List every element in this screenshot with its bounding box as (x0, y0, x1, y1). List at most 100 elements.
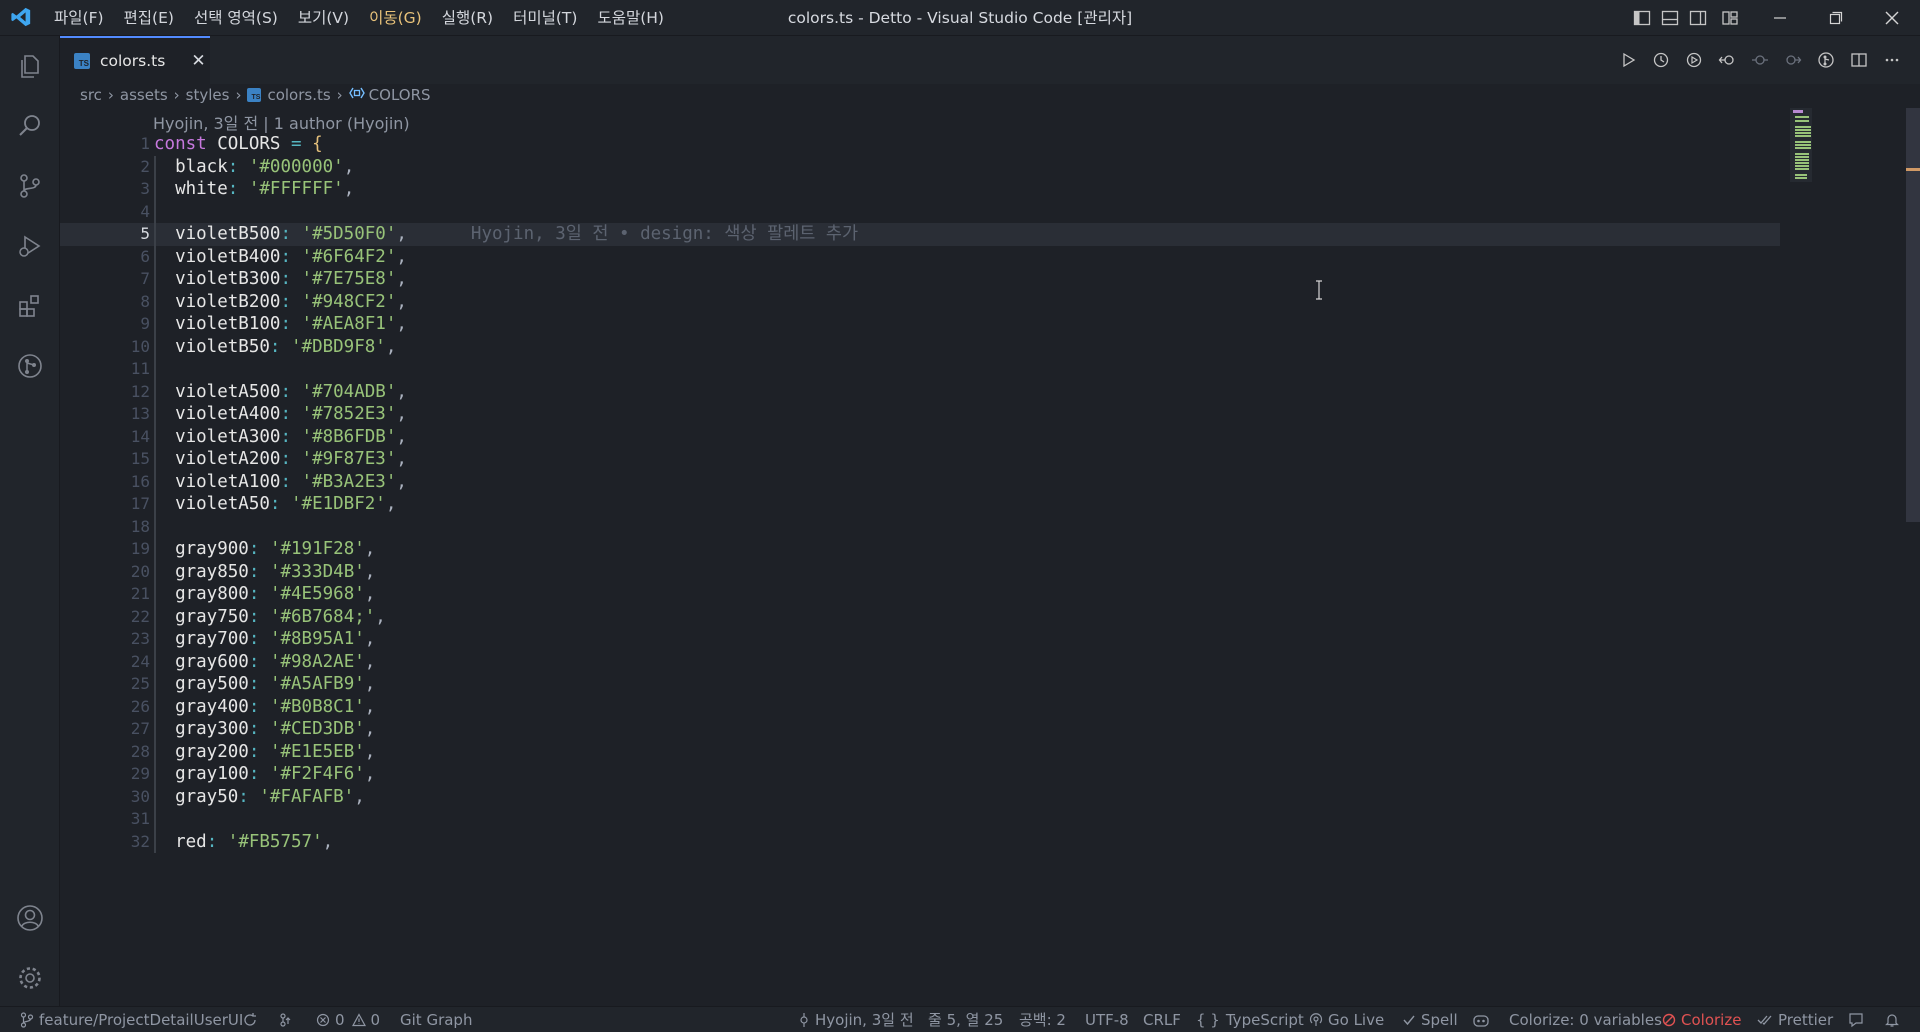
code-line[interactable]: 27 gray300: '#CED3DB', (60, 718, 1780, 741)
menu-run[interactable]: 실행(R) (432, 0, 503, 36)
prettier-button[interactable]: Prettier (1757, 1007, 1833, 1032)
indentation[interactable]: 공백: 2 (1019, 1007, 1066, 1032)
code-line[interactable]: 10 violetB50: '#DBD9F8', (60, 335, 1780, 358)
more-actions-icon[interactable] (1875, 36, 1908, 84)
line-content: black: '#000000', (154, 156, 354, 179)
code-line[interactable]: 17 violetA50: '#E1DBF2', (60, 493, 1780, 516)
code-line[interactable]: 15 violetA200: '#9F87E3', (60, 448, 1780, 471)
menu-selection[interactable]: 선택 영역(S) (184, 0, 288, 36)
colorize-variables[interactable]: Colorize: 0 variables (1509, 1007, 1662, 1032)
split-editor-icon[interactable] (1842, 36, 1875, 84)
run-file-icon[interactable] (1611, 36, 1644, 84)
customize-layout-icon[interactable] (1716, 0, 1744, 36)
extensions-icon[interactable] (0, 276, 60, 336)
gitlens-icon[interactable] (1809, 36, 1842, 84)
settings-gear-icon[interactable] (0, 948, 60, 1008)
tab-close-icon[interactable]: ✕ (191, 51, 205, 71)
code-line[interactable]: 7 violetB300: '#7E75E8', (60, 268, 1780, 291)
code-line[interactable]: 16 violetA100: '#B3A2E3', (60, 470, 1780, 493)
code-line[interactable]: 19 gray900: '#191F28', (60, 538, 1780, 561)
toggle-primary-sidebar-icon[interactable] (1628, 0, 1656, 36)
close-window-icon[interactable] (1864, 0, 1920, 36)
account-icon[interactable] (0, 888, 60, 948)
menu-file[interactable]: 파일(F) (44, 0, 114, 36)
status-branch[interactable]: feature/ProjectDetailUserUI (20, 1007, 243, 1032)
code-line[interactable]: 26 gray400: '#B0B8C1', (60, 695, 1780, 718)
toggle-panel-icon[interactable] (1656, 0, 1684, 36)
problems-indicator[interactable]: 0 0 (316, 1007, 380, 1032)
code-line[interactable]: 1 const COLORS = { (60, 133, 1780, 156)
code-line[interactable]: 21 gray800: '#4E5968', (60, 583, 1780, 606)
search-icon[interactable] (0, 96, 60, 156)
code-line[interactable]: 28 gray200: '#E1E5EB', (60, 740, 1780, 763)
code-line[interactable]: 4 (60, 200, 1780, 223)
token-string: '#9F87E3' (301, 449, 397, 469)
git-graph-button[interactable]: Git Graph (400, 1007, 472, 1032)
line-content: const COLORS = { (154, 133, 323, 156)
minimap[interactable] (1790, 108, 1812, 182)
code-line[interactable]: 12 violetA500: '#704ADB', (60, 380, 1780, 403)
code-line[interactable]: 9 violetB100: '#AEA8F1', (60, 313, 1780, 336)
breadcrumb-item-assets[interactable]: assets (120, 86, 168, 104)
git-graph-icon[interactable] (0, 336, 60, 396)
commit-icon[interactable] (1743, 36, 1776, 84)
files-icon[interactable] (0, 36, 60, 96)
code-line[interactable]: 24 gray600: '#98A2AE', (60, 650, 1780, 673)
code-line[interactable]: 30 gray50: '#FAFAFB', (60, 785, 1780, 808)
code-line[interactable]: 29 gray100: '#F2F4F6', (60, 763, 1780, 786)
breadcrumb-item-symbol[interactable]: COLORS (369, 86, 431, 104)
cursor-position[interactable]: 줄 5, 열 25 (928, 1007, 1003, 1032)
menu-go[interactable]: 이동(G) (359, 0, 432, 36)
feedback-icon[interactable] (1848, 1007, 1869, 1032)
code-line[interactable]: 6 violetB400: '#6F64F2', (60, 245, 1780, 268)
code-line[interactable]: 18 (60, 515, 1780, 538)
menu-help[interactable]: 도움말(H) (587, 0, 674, 36)
breadcrumb-item-styles[interactable]: styles (186, 86, 230, 104)
code-line[interactable]: 8 violetB200: '#948CF2', (60, 290, 1780, 314)
encoding[interactable]: UTF-8 (1085, 1007, 1129, 1032)
code-line[interactable]: 23 gray700: '#8B95A1', (60, 628, 1780, 651)
code-editor[interactable]: 1 const COLORS = {2 black: '#000000', 3 wh… (60, 133, 1780, 1005)
timeline-history-icon[interactable] (1644, 36, 1677, 84)
copilot-icon[interactable] (1472, 1007, 1495, 1032)
status-blame[interactable]: Hyojin, 3일 전 (798, 1007, 914, 1032)
notifications-bell-icon[interactable] (1885, 1007, 1904, 1032)
code-line[interactable]: 32 red: '#FB5757', (60, 830, 1780, 853)
code-line[interactable]: 11 (60, 358, 1780, 381)
restore-icon[interactable] (1808, 0, 1864, 36)
code-line[interactable]: 3 white: '#FFFFFF', (60, 178, 1780, 201)
code-line[interactable]: 20 gray850: '#333D4B', (60, 560, 1780, 583)
menu-terminal[interactable]: 터미널(T) (503, 0, 587, 36)
code-line[interactable]: 22 gray750: '#6B7684;', (60, 605, 1780, 628)
go-live-button[interactable]: Go Live (1309, 1007, 1384, 1032)
previous-revision-icon[interactable] (1710, 36, 1743, 84)
end-of-line[interactable]: CRLF (1143, 1007, 1181, 1032)
breadcrumb-item-src[interactable]: src (80, 86, 102, 104)
code-line[interactable]: 5 violetB500: '#5D50F0', Hyojin, 3일 전 • d… (60, 223, 1780, 246)
source-control-icon[interactable] (0, 156, 60, 216)
toggle-secondary-sidebar-icon[interactable] (1684, 0, 1712, 36)
run-debug-icon[interactable] (0, 216, 60, 276)
code-line[interactable]: 25 gray500: '#A5AFB9', (60, 673, 1780, 696)
spell-button[interactable]: Spell (1402, 1007, 1458, 1032)
menu-view[interactable]: 보기(V) (288, 0, 359, 36)
language-mode[interactable]: { } TypeScript (1196, 1007, 1304, 1032)
line-content: violetB200: '#948CF2', (154, 291, 407, 314)
token-property: violetA200 (175, 449, 281, 469)
code-line[interactable]: 14 violetA300: '#8B6FDB', (60, 425, 1780, 448)
next-revision-icon[interactable] (1776, 36, 1809, 84)
branch-label: feature/ProjectDetailUserUI (39, 1011, 244, 1029)
code-line[interactable]: 2 black: '#000000', (60, 155, 1780, 179)
colorize-button[interactable]: Colorize (1662, 1007, 1741, 1032)
open-changes-icon[interactable] (1677, 36, 1710, 84)
codelens-blame[interactable]: Hyojin, 3일 전 | 1 author (Hyojin) (153, 110, 410, 134)
publish-icon[interactable] (278, 1007, 299, 1032)
minimize-icon[interactable] (1752, 0, 1808, 36)
breadcrumb-item-file[interactable]: colors.ts (267, 86, 330, 104)
menu-edit[interactable]: 편집(E) (114, 0, 184, 36)
code-line[interactable]: 31 (60, 808, 1780, 831)
code-line[interactable]: 13 violetA400: '#7852E3', (60, 403, 1780, 426)
sync-icon[interactable] (242, 1007, 263, 1032)
token-property: violetB50 (175, 336, 270, 357)
tab-colors-ts[interactable]: TS colors.ts ✕ (60, 36, 210, 84)
